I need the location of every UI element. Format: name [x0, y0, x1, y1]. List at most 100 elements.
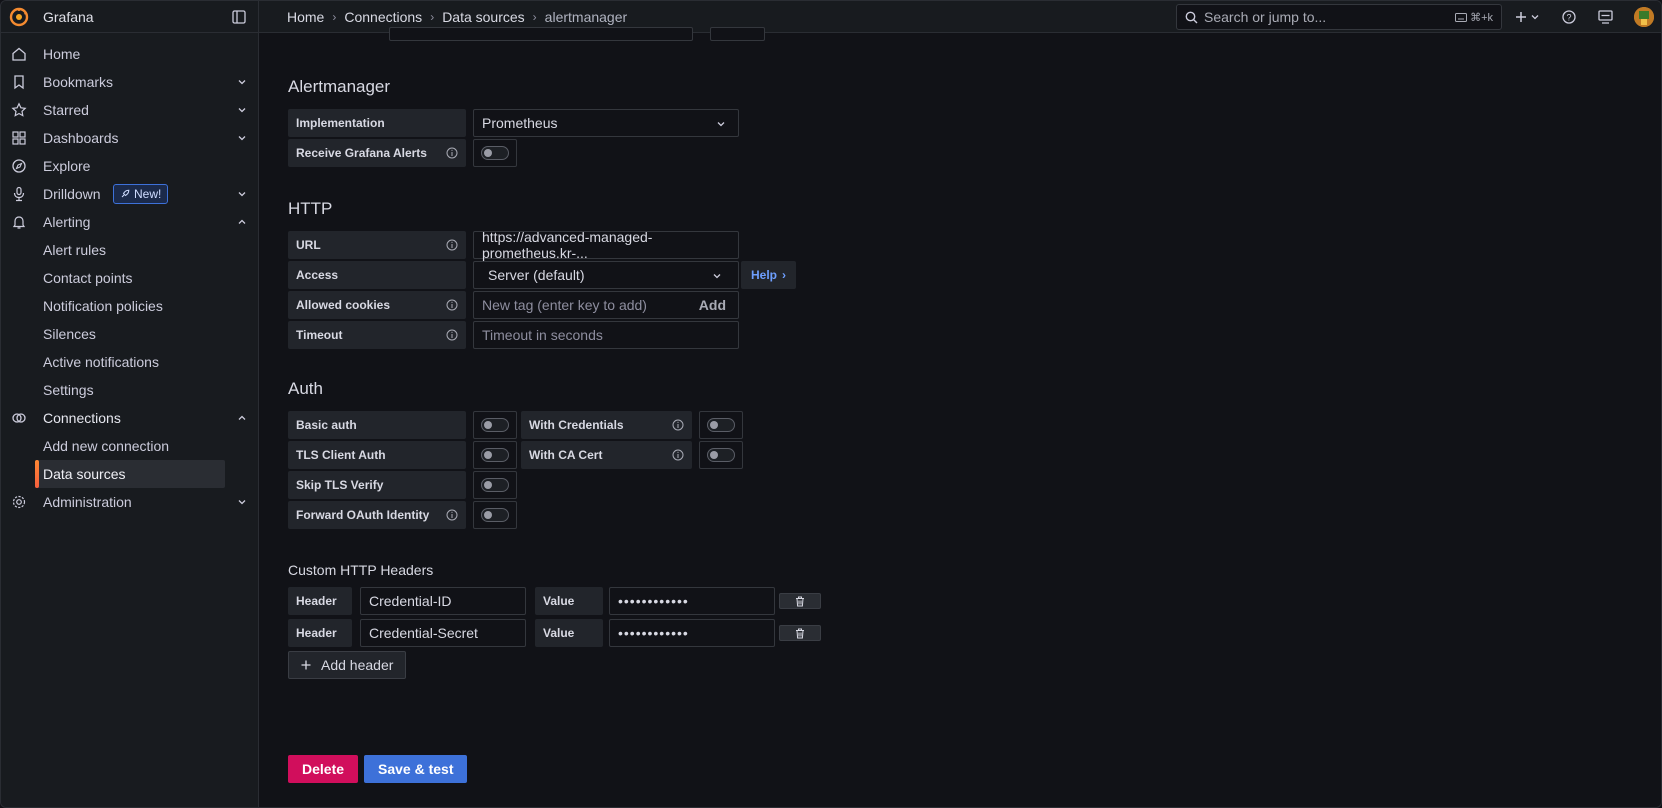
bookmark-icon [14, 75, 24, 90]
timeout-label: Timeout [288, 321, 466, 349]
chevron-down-icon[interactable] [237, 77, 247, 87]
receive-alerts-toggle[interactable] [473, 139, 517, 167]
header-value-input[interactable]: •••••••••••• [609, 587, 775, 615]
forward-oauth-toggle[interactable] [473, 501, 517, 529]
sidebar-item-data-sources[interactable]: Data sources [1, 460, 259, 488]
with-ca-cert-toggle[interactable] [699, 441, 743, 469]
allowed-cookies-input[interactable]: New tag (enter key to add) Add [473, 291, 739, 319]
alertmanager-section-title: Alertmanager [288, 77, 391, 96]
chevron-up-icon[interactable] [237, 217, 247, 227]
add-header-button[interactable]: Add header [288, 651, 407, 679]
sidebar-item-active-notifications[interactable]: Active notifications [1, 348, 259, 376]
sidebar-item-silences[interactable]: Silences [1, 320, 259, 348]
toggle-switch [481, 508, 509, 522]
delete-header-button[interactable] [779, 625, 821, 641]
sidebar-item-starred[interactable]: Starred [1, 96, 259, 124]
custom-headers-title: Custom HTTP Headers [288, 562, 434, 578]
delete-button[interactable]: Delete [288, 755, 359, 783]
keyboard-icon [1455, 12, 1468, 22]
tls-client-auth-toggle[interactable] [473, 441, 517, 469]
help-button[interactable]: ? [1551, 1, 1587, 33]
chevron-up-icon[interactable] [237, 413, 247, 423]
sidebar-item-notification-policies[interactable]: Notification policies [1, 292, 259, 320]
breadcrumb-data-sources[interactable]: Data sources [442, 9, 524, 25]
toggle-switch [481, 418, 509, 432]
home-icon [12, 47, 26, 61]
add-cookie-button[interactable]: Add [699, 297, 726, 313]
with-ca-cert-text: With CA Cert [529, 448, 603, 462]
sidebar-item-connections[interactable]: Connections [1, 404, 259, 432]
chevron-down-icon[interactable] [237, 497, 247, 507]
new-dropdown-button[interactable] [1509, 1, 1545, 33]
breadcrumb-home[interactable]: Home [287, 9, 324, 25]
plus-icon [1516, 12, 1526, 22]
access-select[interactable]: Server (default) [473, 261, 739, 289]
with-credentials-label: With Credentials [521, 411, 692, 439]
sidebar-item-administration[interactable]: Administration [1, 488, 259, 516]
info-icon[interactable] [446, 509, 458, 521]
sidebar-item-label: Alert rules [43, 242, 107, 258]
breadcrumb: Home › Connections › Data sources › aler… [259, 9, 627, 25]
chevron-down-icon [713, 274, 721, 279]
chevron-down-icon[interactable] [237, 189, 247, 199]
add-header-label: Add header [321, 657, 394, 673]
sidebar-item-label: Drilldown [43, 186, 101, 202]
implementation-select[interactable]: Prometheus [473, 109, 739, 137]
news-icon [1597, 10, 1613, 24]
info-icon[interactable] [672, 419, 684, 431]
sidebar-item-add-new-connection[interactable]: Add new connection [1, 432, 259, 460]
delete-header-button[interactable] [779, 593, 821, 609]
receive-alerts-label: Receive Grafana Alerts [288, 139, 466, 167]
sidebar-item-settings[interactable]: Settings [1, 376, 259, 404]
sidebar-item-label: Administration [43, 494, 132, 510]
http-section-title: HTTP [288, 199, 333, 218]
bell-icon [12, 216, 26, 229]
header-value-input[interactable]: •••••••••••• [609, 619, 775, 647]
scrolled-field[interactable] [389, 27, 693, 41]
sidebar-item-explore[interactable]: Explore [1, 152, 259, 180]
sidebar-item-bookmarks[interactable]: Bookmarks [1, 68, 259, 96]
sidebar-item-alert-rules[interactable]: Alert rules [1, 236, 259, 264]
new-badge: New! [113, 184, 169, 204]
info-icon[interactable] [446, 147, 458, 159]
scrolled-field[interactable] [710, 27, 765, 41]
info-icon[interactable] [446, 299, 458, 311]
sidebar-item-drilldown[interactable]: Drilldown New! [1, 180, 259, 208]
chevron-right-icon: › [782, 268, 787, 282]
auth-section-title: Auth [288, 379, 323, 398]
dock-menu-icon[interactable] [232, 9, 246, 24]
with-credentials-toggle[interactable] [699, 411, 743, 439]
chevron-right-icon: › [332, 9, 337, 24]
url-input[interactable]: https://advanced-managed-prometheus.kr-.… [473, 229, 739, 261]
header-name-input[interactable]: Credential-ID [360, 587, 526, 615]
sidebar-item-home[interactable]: Home [1, 40, 259, 68]
toggle-switch [481, 146, 509, 160]
search-input[interactable]: Search or jump to... ⌘+k [1176, 4, 1502, 30]
grafana-logo-icon[interactable] [9, 7, 29, 27]
sidebar-item-label: Dashboards [43, 130, 119, 146]
save-test-button[interactable]: Save & test [364, 755, 468, 783]
info-icon[interactable] [446, 239, 458, 251]
value-label: Value [535, 587, 603, 615]
access-help-button[interactable]: Help › [741, 261, 797, 289]
info-icon[interactable] [672, 449, 684, 461]
sidebar-item-alerting[interactable]: Alerting [1, 208, 259, 236]
sidebar-item-dashboards[interactable]: Dashboards [1, 124, 259, 152]
header-label: Header [288, 619, 352, 647]
info-icon[interactable] [446, 329, 458, 341]
chevron-down-icon [717, 122, 725, 127]
value-label: Value [535, 619, 603, 647]
with-ca-cert-label: With CA Cert [521, 441, 692, 469]
receive-alerts-text: Receive Grafana Alerts [296, 146, 427, 160]
header-name-input[interactable]: Credential-Secret [360, 619, 526, 647]
breadcrumb-connections[interactable]: Connections [344, 9, 422, 25]
user-avatar[interactable] [1634, 7, 1654, 27]
chevron-down-icon[interactable] [237, 133, 247, 143]
basic-auth-toggle[interactable] [473, 411, 517, 439]
chevron-down-icon[interactable] [237, 105, 247, 115]
tls-client-auth-label: TLS Client Auth [288, 441, 466, 469]
news-button[interactable] [1587, 1, 1623, 33]
timeout-input[interactable]: Timeout in seconds [473, 321, 739, 349]
sidebar-item-contact-points[interactable]: Contact points [1, 264, 259, 292]
skip-tls-toggle[interactable] [473, 471, 517, 499]
